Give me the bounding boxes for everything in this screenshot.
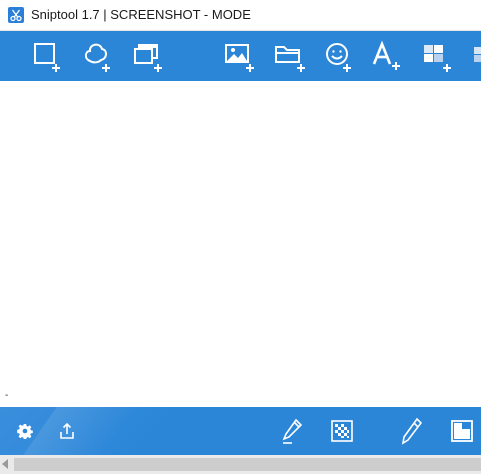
title-bar: Sniptool 1.7 | SCREENSHOT - MODE (0, 0, 481, 31)
add-emoji-icon[interactable] (322, 39, 358, 73)
top-toolbar (0, 31, 481, 81)
color-swatch-icon[interactable] (450, 419, 474, 443)
pixelate-checker-icon[interactable] (330, 419, 354, 443)
rectangle-snip-icon[interactable] (30, 39, 66, 73)
window-title: Sniptool 1.7 | SCREENSHOT - MODE (31, 7, 251, 22)
scroll-left-arrow-icon[interactable] (2, 459, 8, 469)
snip-canvas[interactable]: - (0, 81, 481, 407)
add-image-icon[interactable] (222, 39, 258, 73)
scissors-icon (8, 7, 24, 23)
bottom-toolbar (0, 407, 481, 455)
decorative-swoosh (23, 407, 137, 455)
pencil-icon[interactable] (400, 416, 424, 446)
settings-gear-icon[interactable] (17, 423, 33, 439)
highlighter-icon[interactable] (280, 417, 304, 445)
canvas-marker: - (5, 390, 9, 401)
scrollbar-thumb[interactable] (14, 458, 481, 471)
freeform-snip-icon[interactable] (80, 39, 116, 73)
window-snip-icon[interactable] (130, 39, 166, 73)
open-folder-icon[interactable] (272, 39, 308, 73)
more-tools-overflow[interactable] (470, 39, 481, 73)
add-text-icon[interactable] (370, 39, 406, 73)
horizontal-scrollbar[interactable] (0, 455, 481, 474)
add-grid-icon[interactable] (420, 39, 456, 73)
share-upload-icon[interactable] (58, 422, 76, 440)
